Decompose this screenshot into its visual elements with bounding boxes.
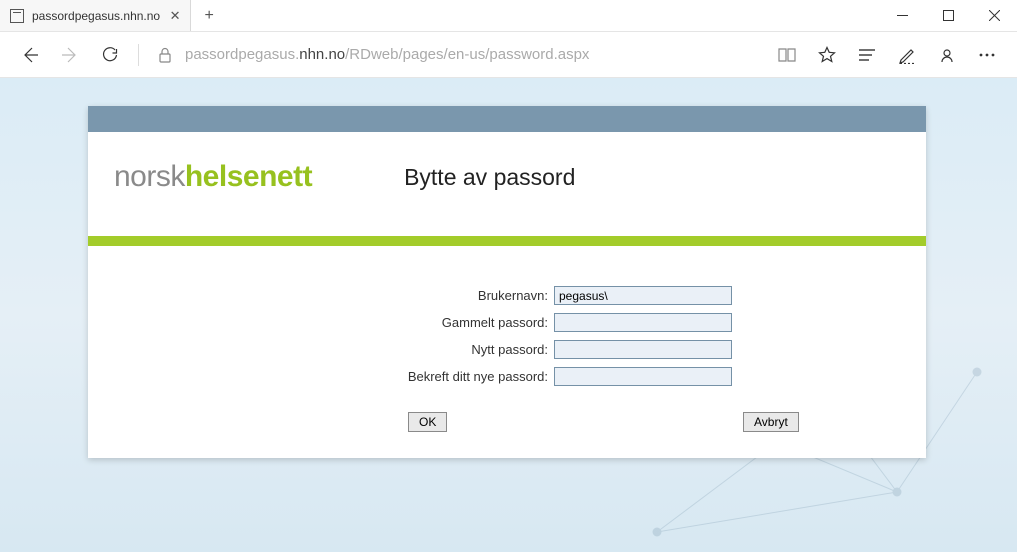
username-field[interactable] [554,286,732,305]
confirm-password-field[interactable] [554,367,732,386]
ok-button[interactable]: OK [408,412,447,432]
cancel-button[interactable]: Avbryt [743,412,799,432]
maximize-button[interactable] [925,0,971,31]
new-tab-button[interactable]: + [191,0,227,31]
new-password-label: Nytt passord: [88,342,554,357]
close-tab-icon[interactable]: ✕ [168,9,182,23]
more-icon[interactable] [969,37,1005,73]
address-bar: passordpegasus.nhn.no/RDweb/pages/en-us/… [0,32,1017,78]
new-password-field[interactable] [554,340,732,359]
lock-icon [149,47,181,63]
url-host: nhn.no [299,46,345,63]
share-icon[interactable] [929,37,965,73]
window-titlebar: passordpegasus.nhn.no ✕ + [0,0,1017,32]
reading-view-icon[interactable] [769,37,805,73]
hub-icon[interactable] [849,37,885,73]
page-viewport: norskhelsenett Bytte av passord Brukerna… [0,78,1017,552]
logo: norskhelsenett [114,160,312,194]
minimize-button[interactable] [879,0,925,31]
old-password-field[interactable] [554,313,732,332]
url-prefix: passordpegasus. [185,46,299,63]
divider-bar [88,236,926,246]
username-label: Brukernavn: [88,288,554,303]
tab-title: passordpegasus.nhn.no [32,9,160,23]
old-password-label: Gammelt passord: [88,315,554,330]
separator [138,44,139,66]
password-change-panel: norskhelsenett Bytte av passord Brukerna… [88,106,926,458]
logo-part1: norsk [114,160,185,193]
url-path: /RDweb/pages/en-us/password.aspx [345,46,589,63]
favorite-icon[interactable] [809,37,845,73]
refresh-button[interactable] [92,37,128,73]
back-button[interactable] [12,37,48,73]
password-form: Brukernavn: Gammelt passord: Nytt passor… [88,246,926,458]
page-icon [10,9,24,23]
browser-tab[interactable]: passordpegasus.nhn.no ✕ [0,0,191,31]
page-title: Bytte av passord [404,164,575,191]
panel-top-bar [88,106,926,132]
close-window-button[interactable] [971,0,1017,31]
logo-part2: helsenett [185,160,312,193]
confirm-password-label: Bekreft ditt nye passord: [88,369,554,384]
url-display[interactable]: passordpegasus.nhn.no/RDweb/pages/en-us/… [185,46,765,63]
notes-icon[interactable] [889,37,925,73]
forward-button[interactable] [52,37,88,73]
